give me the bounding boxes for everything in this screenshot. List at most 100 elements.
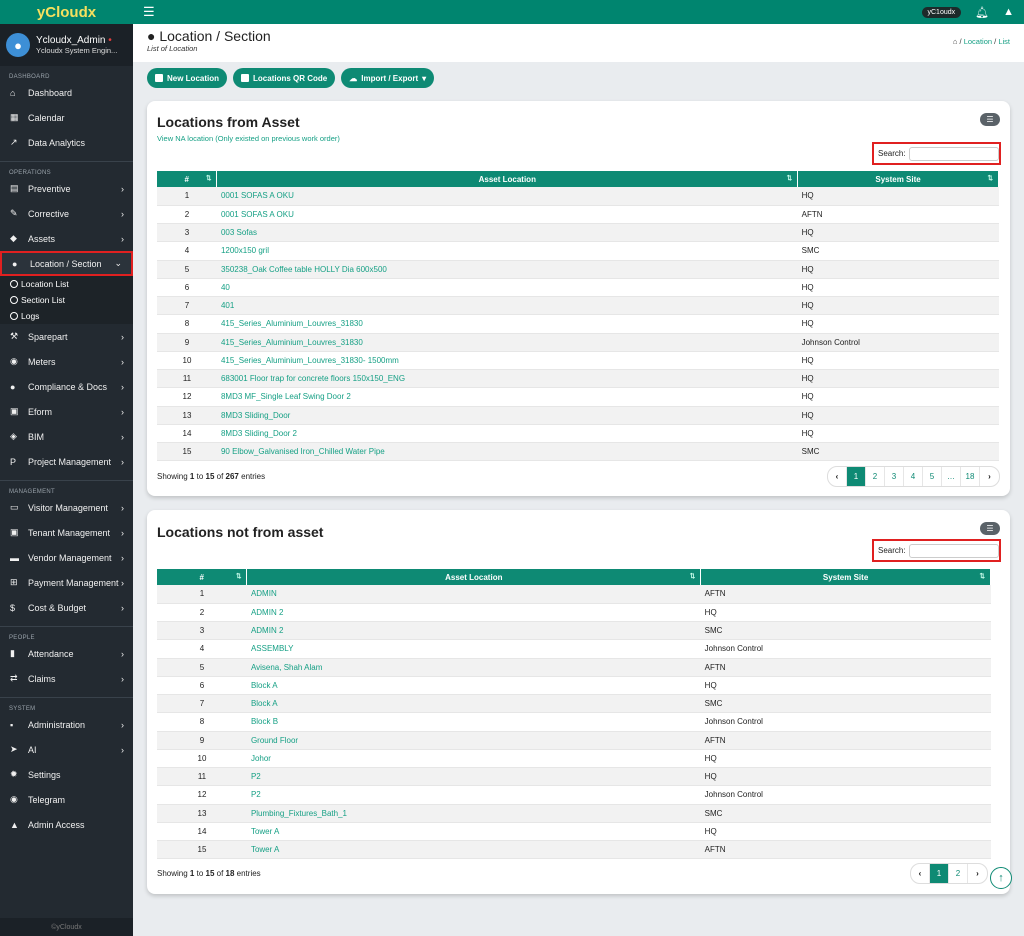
qr-code-button[interactable]: Locations QR Code	[233, 68, 336, 88]
tenant-pill[interactable]: yC1oudx	[921, 6, 962, 18]
asset-location-link[interactable]: 90 Elbow_Galvanised Iron_Chilled Water P…	[216, 442, 798, 462]
asset-location-link[interactable]: P2	[246, 767, 701, 787]
sidebar-item-dashboard[interactable]: ⌂ Dashboard	[0, 80, 133, 105]
import-export-button[interactable]: ☁ Import / Export ▾	[341, 68, 435, 88]
asset-location-link[interactable]: 415_Series_Aluminium_Louvres_31830	[216, 314, 798, 334]
asset-location-link[interactable]: ADMIN 2	[246, 603, 701, 623]
asset-location-link[interactable]: 1200x150 gril	[216, 241, 798, 261]
row-number: 10	[157, 351, 217, 371]
col-header-number[interactable]: # ⇅	[157, 171, 218, 187]
asset-location-link[interactable]: 8MD3 Sliding_Door 2	[216, 424, 798, 444]
prev-page-button[interactable]: ‹	[828, 467, 847, 486]
submenu-logs[interactable]: Logs	[0, 308, 133, 324]
sidebar-item-tenant-management[interactable]: ▣ Tenant Management ›	[0, 520, 133, 545]
table-row: 14 Tower A HQ	[157, 822, 991, 842]
page-button[interactable]: 2	[949, 864, 968, 883]
chevron-right-icon: ›	[121, 648, 124, 659]
next-page-button[interactable]: ›	[968, 864, 987, 883]
home-icon[interactable]: ⌂	[953, 37, 958, 46]
col-header-system-site[interactable]: System Site ⇅	[700, 569, 991, 585]
col-header-asset-location[interactable]: Asset Location ⇅	[216, 171, 799, 187]
asset-location-link[interactable]: Block A	[246, 694, 701, 714]
sidebar-item-visitor-management[interactable]: ▭ Visitor Management ›	[0, 495, 133, 520]
page-button[interactable]: 2	[866, 467, 885, 486]
sidebar-item-corrective[interactable]: ✎ Corrective ›	[0, 201, 133, 226]
breadcrumb-location[interactable]: Location	[964, 37, 992, 46]
sidebar-item-location-section[interactable]: ● Location / Section ⌄	[0, 251, 133, 276]
column-toggle-icon[interactable]: ☰	[980, 113, 1000, 126]
asset-location-link[interactable]: ADMIN 2	[246, 621, 701, 641]
user-icon[interactable]: ▲	[1003, 6, 1014, 18]
prev-page-button[interactable]: ‹	[911, 864, 930, 883]
brand-logo[interactable]: yCloudx	[0, 0, 133, 24]
asset-location-link[interactable]: Avisena, Shah Alam	[246, 658, 701, 677]
next-page-button[interactable]: ›	[980, 467, 999, 486]
scroll-to-top-icon[interactable]: ↑	[990, 867, 1012, 889]
sidebar-item-calendar[interactable]: ▦ Calendar	[0, 105, 133, 130]
sidebar-item-telegram[interactable]: ◉ Telegram	[0, 787, 133, 812]
row-number: 11	[157, 767, 247, 787]
sidebar-item-preventive[interactable]: ▤ Preventive ›	[0, 176, 133, 201]
col-header-system-site[interactable]: System Site ⇅	[797, 171, 999, 187]
submenu-location-list[interactable]: Location List	[0, 276, 133, 292]
asset-location-link[interactable]: Johor	[246, 749, 701, 769]
sidebar-item-data-analytics[interactable]: ↗ Data Analytics	[0, 130, 133, 155]
asset-location-link[interactable]: Tower A	[246, 822, 701, 842]
column-toggle-icon[interactable]: ☰	[980, 522, 1000, 535]
sidebar-item-project-management[interactable]: P Project Management ›	[0, 449, 133, 474]
hamburger-icon[interactable]: ☰	[143, 4, 155, 20]
asset-location-link[interactable]: 0001 SOFAS A OKU	[216, 205, 798, 225]
sidebar-item-vendor-management[interactable]: ▬ Vendor Management ›	[0, 545, 133, 570]
sidebar-item-administration[interactable]: ▪ Administration ›	[0, 712, 133, 737]
sidebar-item-compliance-docs[interactable]: ● Compliance & Docs ›	[0, 374, 133, 399]
bell-icon[interactable]: 🔔︎	[975, 6, 989, 19]
page-button[interactable]: 5	[923, 467, 942, 486]
page-button[interactable]: 3	[885, 467, 904, 486]
breadcrumb-list[interactable]: List	[998, 37, 1010, 46]
search-input[interactable]	[908, 146, 999, 161]
sidebar-item-eform[interactable]: ▣ Eform ›	[0, 399, 133, 424]
asset-location-link[interactable]: 683001 Floor trap for concrete floors 15…	[216, 369, 798, 389]
sidebar-item-claims[interactable]: ⇄ Claims ›	[0, 666, 133, 691]
page-button[interactable]: 4	[904, 467, 923, 486]
asset-location-link[interactable]: 415_Series_Aluminium_Louvres_31830- 1500…	[216, 351, 798, 371]
asset-location-link[interactable]: 350238_Oak Coffee table HOLLY Dia 600x50…	[216, 260, 798, 279]
page-button[interactable]: 18	[961, 467, 980, 486]
asset-location-link[interactable]: Ground Floor	[246, 731, 701, 750]
col-header-asset-location[interactable]: Asset Location ⇅	[246, 569, 702, 585]
asset-location-link[interactable]: 401	[216, 296, 798, 316]
asset-location-link[interactable]: 003 Sofas	[216, 223, 798, 243]
page-button[interactable]: 1	[847, 467, 866, 486]
sidebar-item-meters[interactable]: ◉ Meters ›	[0, 349, 133, 374]
user-box[interactable]: ● Ycloudx_Admin • Ycloudx System Engin..…	[0, 24, 133, 66]
sidebar-item-attendance[interactable]: ▮ Attendance ›	[0, 641, 133, 666]
search-input[interactable]	[908, 543, 999, 558]
sidebar-item-sparepart[interactable]: ⚒ Sparepart ›	[0, 324, 133, 349]
asset-location-link[interactable]: Tower A	[246, 840, 701, 860]
asset-location-link[interactable]: Plumbing_Fixtures_Bath_1	[246, 804, 701, 823]
asset-location-link[interactable]: 8MD3 Sliding_Door	[216, 406, 798, 425]
section-operations: OPERATIONS	[9, 170, 51, 176]
asset-location-link[interactable]: 40	[216, 278, 798, 298]
sidebar-item-assets[interactable]: ◆ Assets ›	[0, 226, 133, 251]
col-header-number[interactable]: # ⇅	[157, 569, 248, 585]
asset-location-link[interactable]: Block A	[246, 676, 701, 696]
asset-location-link[interactable]: Block B	[246, 712, 701, 732]
sidebar-item-bim[interactable]: ◈ BIM ›	[0, 424, 133, 449]
view-na-location-link[interactable]: View NA location (Only existed on previo…	[157, 134, 340, 143]
sidebar-item-payment-management[interactable]: ⊞ Payment Management ›	[0, 570, 133, 595]
sidebar-item-admin-access[interactable]: ▲ Admin Access	[0, 812, 133, 837]
asset-location-link[interactable]: ADMIN	[246, 585, 701, 604]
sidebar-item-settings[interactable]: ✹ Settings	[0, 762, 133, 787]
asset-location-link[interactable]: 8MD3 MF_Single Leaf Swing Door 2	[216, 387, 798, 407]
circle-icon	[10, 280, 18, 288]
asset-location-link[interactable]: 415_Series_Aluminium_Louvres_31830	[216, 333, 798, 352]
page-button[interactable]: 1	[930, 864, 949, 883]
submenu-section-list[interactable]: Section List	[0, 292, 133, 308]
asset-location-link[interactable]: ASSEMBLY	[246, 639, 701, 659]
asset-location-link[interactable]: P2	[246, 785, 701, 805]
sidebar-item-ai[interactable]: ➤ AI ›	[0, 737, 133, 762]
new-location-button[interactable]: New Location	[147, 68, 228, 88]
sidebar-item-cost-budget[interactable]: $ Cost & Budget ›	[0, 595, 133, 620]
asset-location-link[interactable]: 0001 SOFAS A OKU	[216, 187, 798, 206]
